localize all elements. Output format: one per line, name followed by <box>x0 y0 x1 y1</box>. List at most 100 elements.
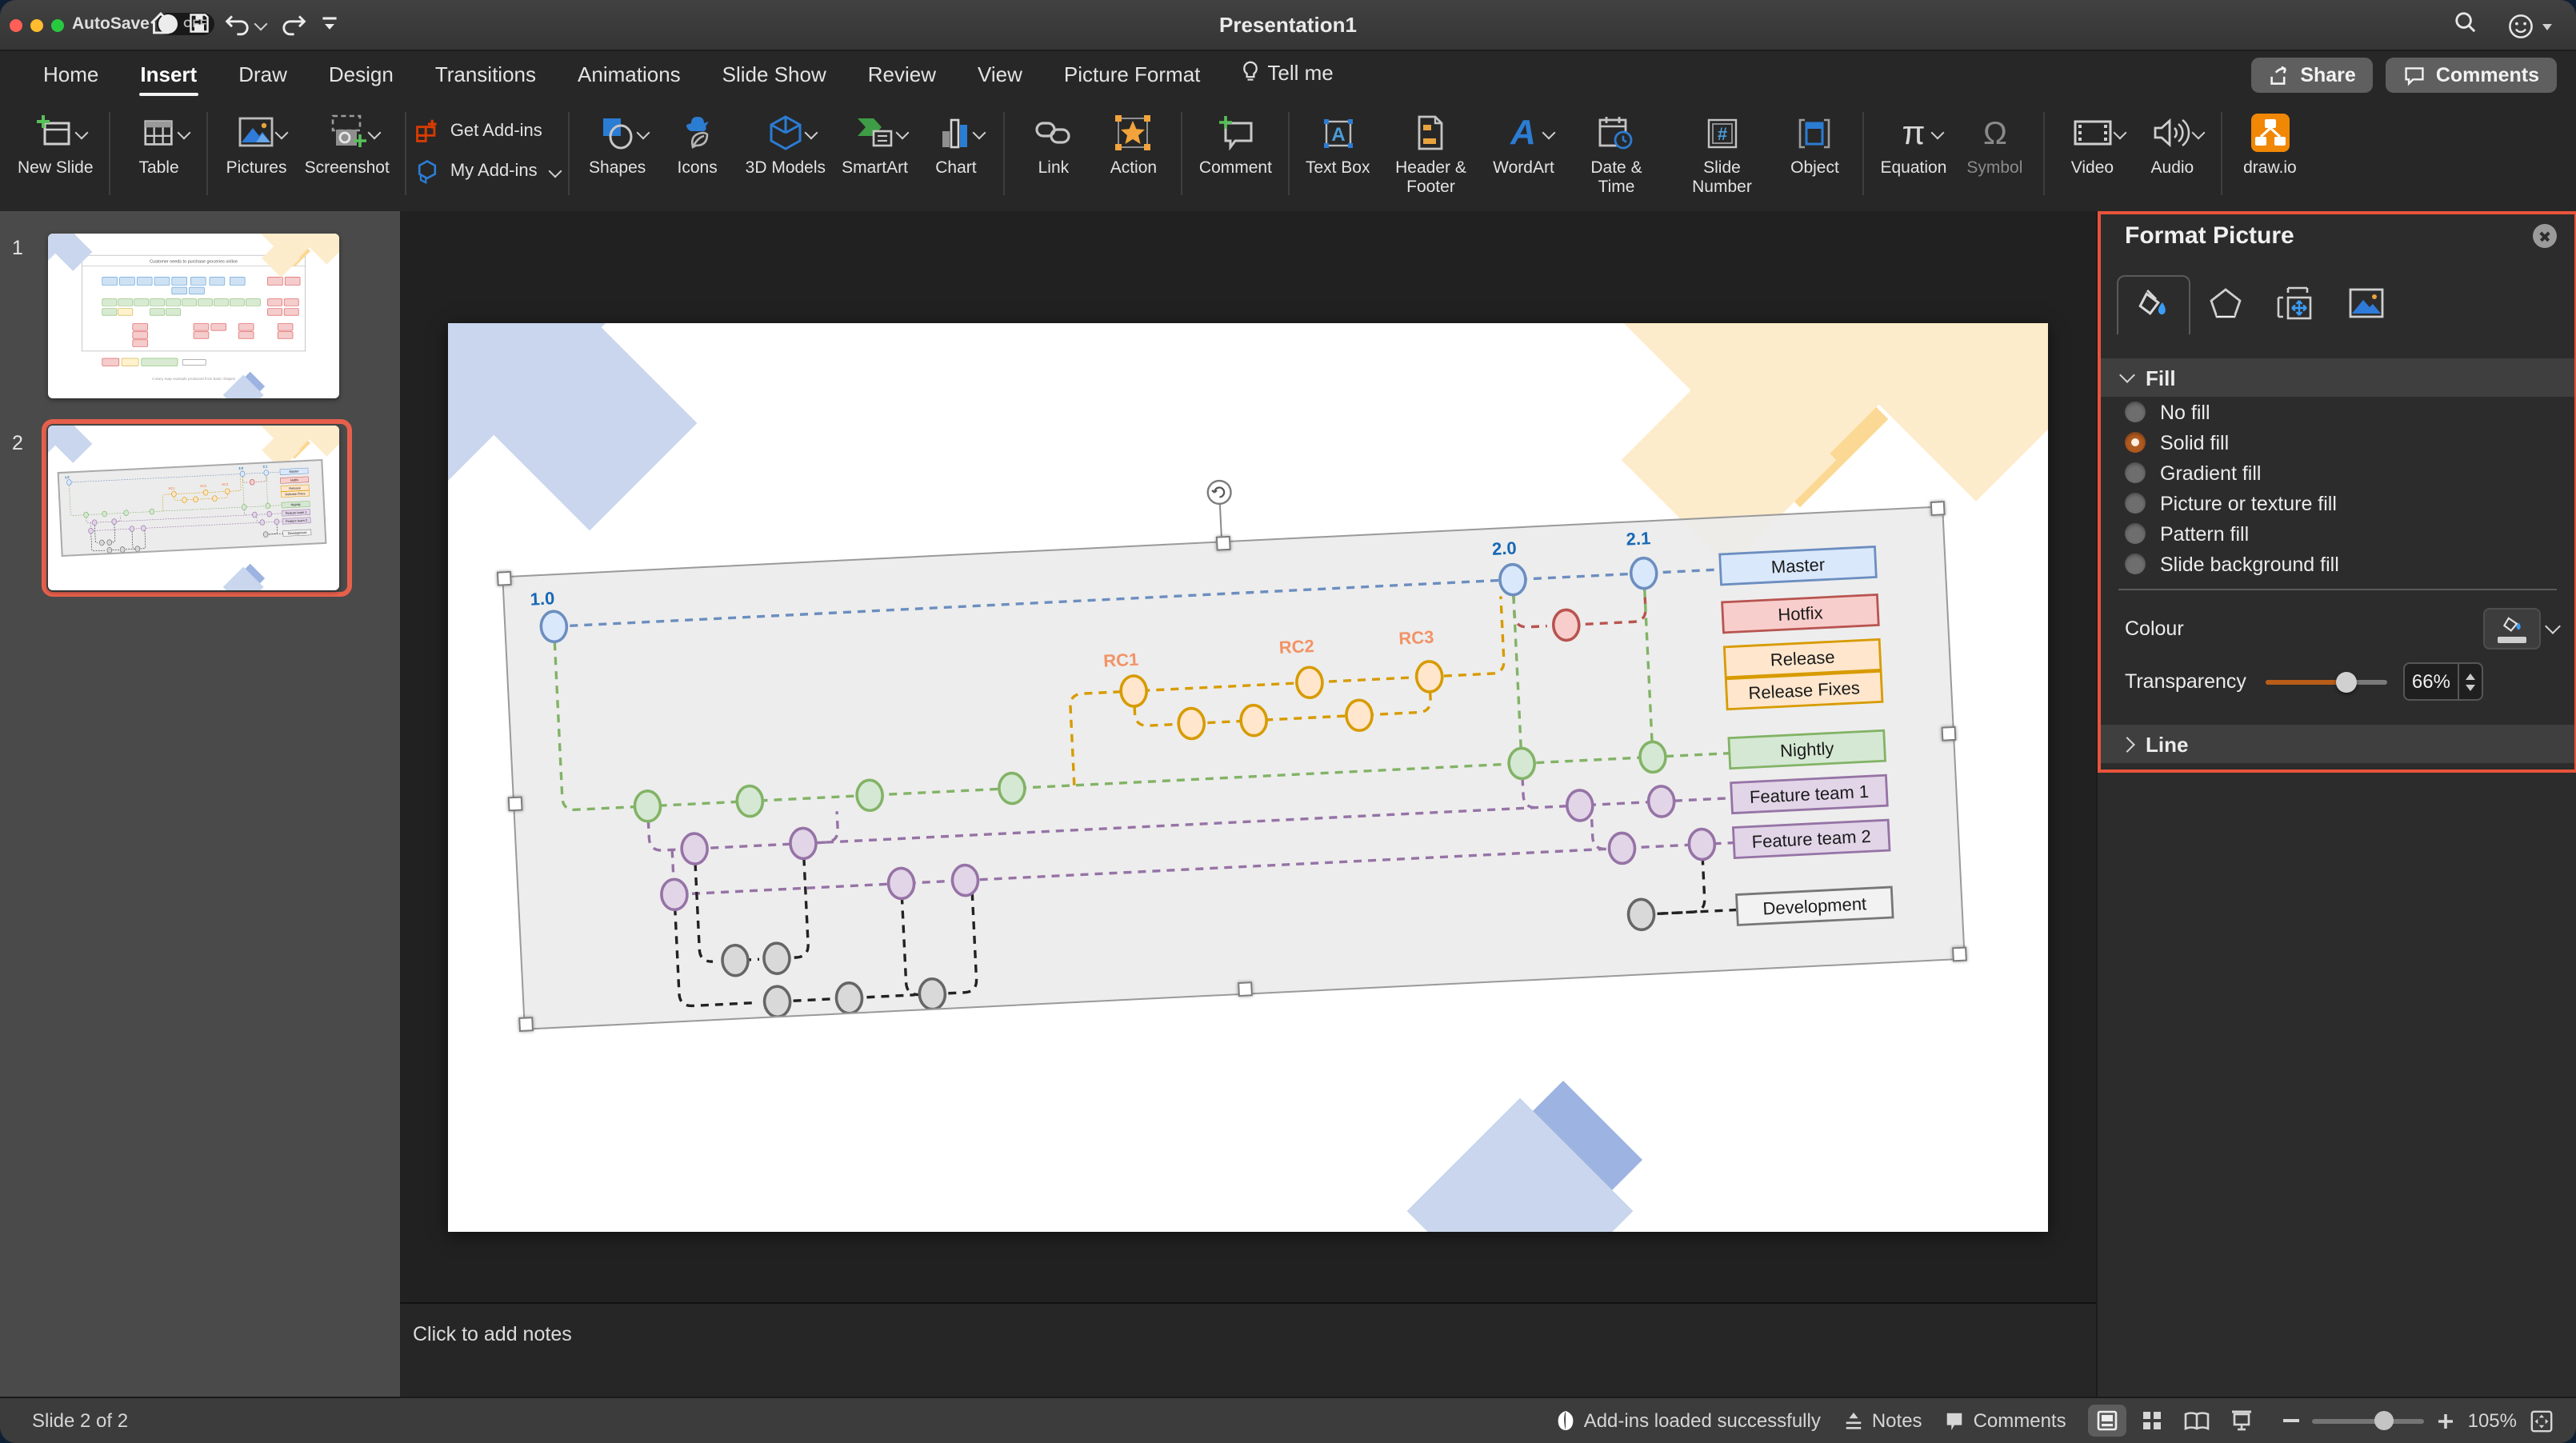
slideshow-view-button[interactable] <box>2223 1405 2262 1437</box>
slide-sorter-view-button[interactable] <box>2134 1405 2172 1437</box>
slide[interactable]: MasterHotfixReleaseRelease FixesNightlyF… <box>448 323 2048 1232</box>
transparency-slider[interactable] <box>2266 679 2387 684</box>
resize-handle-sw[interactable] <box>518 1017 534 1032</box>
resize-handle-nw[interactable] <box>497 571 512 586</box>
panel-title: Format Picture <box>2125 222 2294 250</box>
comments-toggle[interactable]: Comments <box>1945 1409 2066 1432</box>
date-time-button[interactable]: Date & Time <box>1564 110 1670 198</box>
fill-option-pattern-fill[interactable]: Pattern fill <box>2098 518 2576 549</box>
svg-text:Ω: Ω <box>1982 116 2006 151</box>
tab-insert[interactable]: Insert <box>119 53 218 99</box>
get-addins-button[interactable]: Get Add-ins <box>415 118 560 144</box>
panel-close-button[interactable] <box>2533 224 2557 248</box>
colour-picker-button[interactable] <box>2483 608 2541 650</box>
panel-tab-fill-line[interactable] <box>2117 275 2190 334</box>
tab-tell-me[interactable]: Tell me <box>1221 51 1354 101</box>
shapes-icon <box>598 112 637 154</box>
action-icon <box>1114 112 1153 154</box>
header-footer-button[interactable]: Header & Footer <box>1378 110 1484 198</box>
panel-tab-picture[interactable] <box>2331 275 2402 333</box>
tab-view[interactable]: View <box>957 53 1043 99</box>
resize-handle-ne[interactable] <box>1930 501 1946 516</box>
panel-tab-effects[interactable] <box>2190 275 2261 333</box>
transparency-label: Transparency <box>2125 670 2246 693</box>
slide-2-thumbnail[interactable]: MasterHotfixReleaseRelease FixesNightlyF… <box>42 419 352 597</box>
tab-picture-format[interactable]: Picture Format <box>1043 53 1222 99</box>
comments-button[interactable]: Comments <box>2386 58 2557 93</box>
tab-home[interactable]: Home <box>22 53 119 99</box>
video-button[interactable]: Video <box>2052 110 2132 179</box>
smartart-button[interactable]: SmartArt <box>834 110 916 179</box>
resize-handle-w[interactable] <box>508 796 523 811</box>
slide-number-button[interactable]: # Slide Number <box>1670 110 1775 198</box>
resize-handle-n[interactable] <box>1216 536 1231 551</box>
selected-picture[interactable]: MasterHotfixReleaseRelease FixesNightlyF… <box>502 506 1966 1029</box>
account-menu[interactable] <box>2507 13 2554 40</box>
fill-section-header[interactable]: Fill <box>2098 358 2576 397</box>
lightbulb-icon <box>1242 64 1259 88</box>
text-box-button[interactable]: A Text Box <box>1298 110 1378 179</box>
fill-option-no-fill[interactable]: No fill <box>2098 397 2576 427</box>
resize-handle-se[interactable] <box>1952 947 1967 962</box>
object-button[interactable]: Object <box>1775 110 1855 179</box>
search-icon[interactable] <box>2453 10 2478 43</box>
shapes-button[interactable]: Shapes <box>578 110 658 179</box>
drawio-button[interactable]: draw.io <box>2230 110 2310 179</box>
icons-button[interactable]: Icons <box>658 110 738 179</box>
zoom-in-button[interactable] <box>2438 1412 2455 1429</box>
notes-toggle[interactable]: Notes <box>1843 1409 1922 1432</box>
reading-view-button[interactable] <box>2178 1405 2217 1437</box>
rotation-handle[interactable] <box>1205 478 1234 507</box>
zoom-slider[interactable] <box>2313 1418 2425 1423</box>
stepper-down-icon[interactable] <box>2466 684 2475 690</box>
tab-animations[interactable]: Animations <box>557 53 702 99</box>
screenshot-button[interactable]: Screenshot <box>297 110 398 179</box>
link-button[interactable]: Link <box>1014 110 1094 179</box>
get-addins-icon <box>415 118 441 144</box>
wordart-button[interactable]: A WordArt <box>1484 110 1564 179</box>
fill-option-picture-texture-fill[interactable]: Picture or texture fill <box>2098 488 2576 518</box>
text-box-icon: A <box>1319 112 1356 154</box>
tab-draw[interactable]: Draw <box>218 53 308 99</box>
resize-handle-s[interactable] <box>1238 981 1253 997</box>
zoom-out-button[interactable] <box>2284 1419 2300 1422</box>
radio-icon <box>2125 554 2146 574</box>
my-addins-button[interactable]: My Add-ins <box>415 158 560 184</box>
chart-button[interactable]: Chart <box>916 110 996 179</box>
resize-handle-e[interactable] <box>1942 726 1957 741</box>
chevron-down-icon[interactable] <box>2545 618 2561 634</box>
zoom-level[interactable]: 105% <box>2468 1409 2517 1432</box>
audio-button[interactable]: Audio <box>2132 110 2212 179</box>
zoom-slider-knob[interactable] <box>2374 1410 2394 1429</box>
fit-to-window-button[interactable] <box>2530 1409 2554 1433</box>
tab-transitions[interactable]: Transitions <box>414 53 557 99</box>
slide-1-thumbnail[interactable]: Customer needs to purchase groceries onl… <box>48 234 346 398</box>
notes-pane[interactable]: Click to add notes <box>400 1302 2096 1398</box>
new-slide-icon <box>36 112 74 154</box>
drawio-icon <box>2249 112 2290 154</box>
slider-knob[interactable] <box>2336 671 2357 692</box>
transparency-value-box[interactable]: 66% <box>2403 662 2483 701</box>
normal-view-button[interactable] <box>2089 1405 2127 1437</box>
tab-review[interactable]: Review <box>847 53 957 99</box>
fill-option-slide-background-fill[interactable]: Slide background fill <box>2098 549 2576 579</box>
line-section-header[interactable]: Line <box>2098 725 2576 763</box>
svg-text:Customer needs to purchase gro: Customer needs to purchase groceries onl… <box>150 259 238 264</box>
fill-option-gradient-fill[interactable]: Gradient fill <box>2098 458 2576 488</box>
fill-option-solid-fill[interactable]: Solid fill <box>2098 427 2576 458</box>
comment-icon <box>2404 65 2426 86</box>
new-slide-button[interactable]: New Slide <box>10 110 102 179</box>
share-button[interactable]: Share <box>2250 58 2374 93</box>
stepper-up-icon[interactable] <box>2466 673 2475 679</box>
comment-button[interactable]: Comment <box>1191 110 1280 179</box>
tab-slide-show[interactable]: Slide Show <box>702 53 847 99</box>
tab-design[interactable]: Design <box>308 53 414 99</box>
3d-models-button[interactable]: 3D Models <box>738 110 834 179</box>
table-button[interactable]: Table <box>119 110 199 179</box>
object-icon <box>1798 112 1833 154</box>
slide-canvas[interactable]: MasterHotfixReleaseRelease FixesNightlyF… <box>400 211 2096 1302</box>
panel-tab-size-properties[interactable] <box>2261 275 2331 333</box>
equation-button[interactable]: π Equation <box>1873 110 1955 179</box>
action-button[interactable]: Action <box>1094 110 1174 179</box>
pictures-button[interactable]: Pictures <box>217 110 297 179</box>
